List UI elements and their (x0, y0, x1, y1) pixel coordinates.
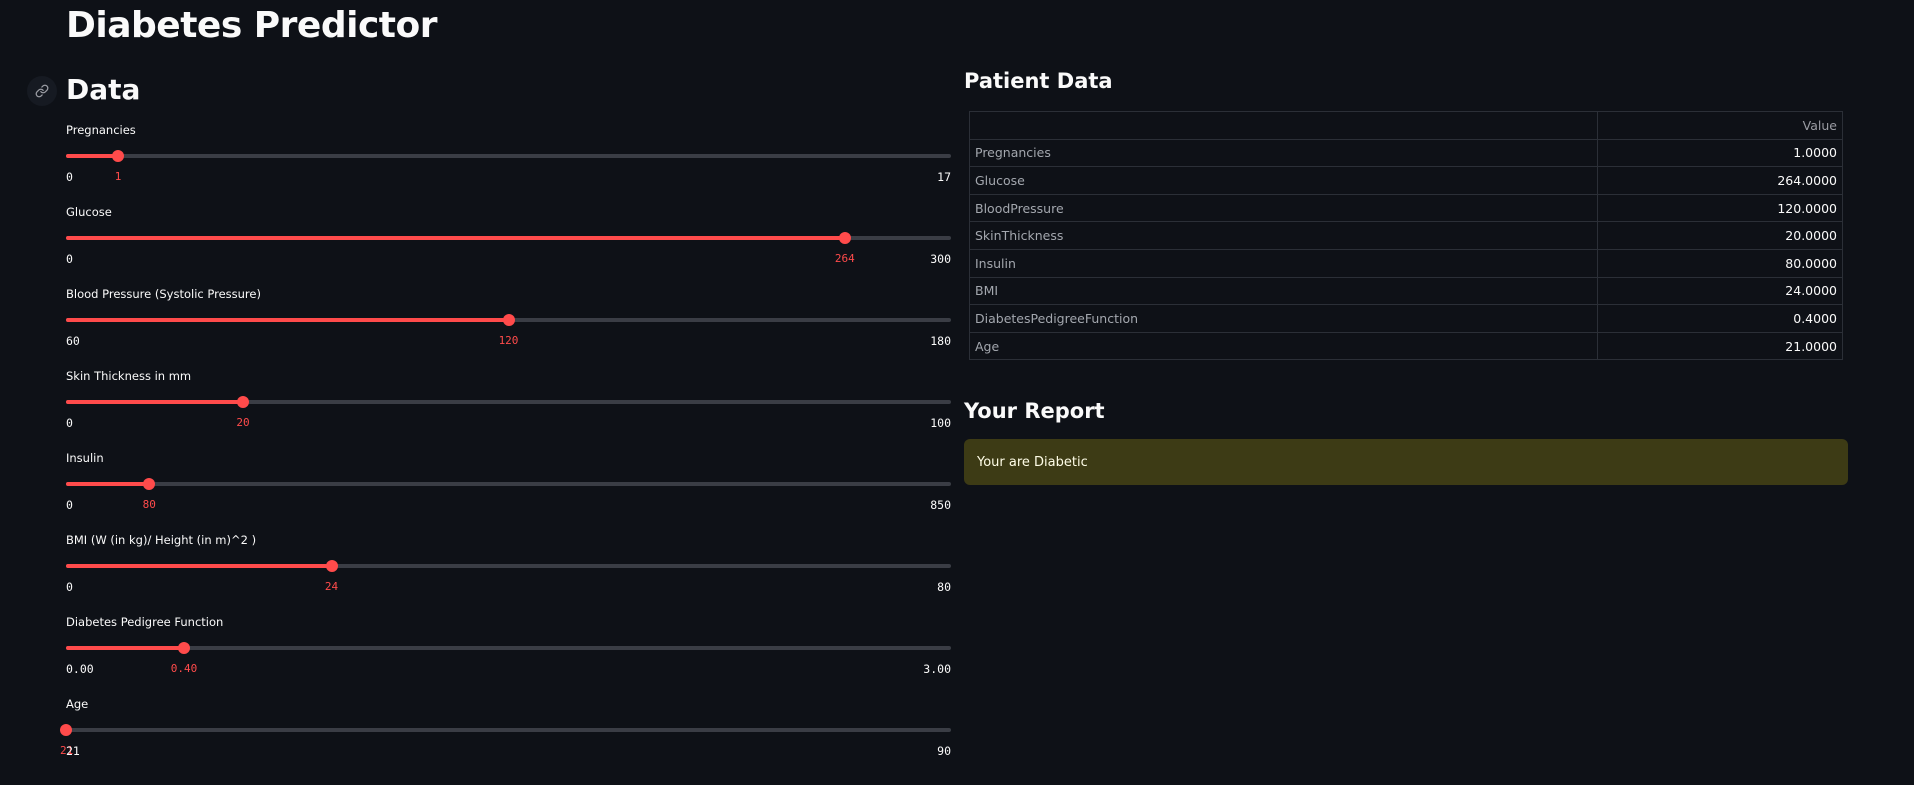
slider-max: 100 (930, 416, 951, 430)
slider-fill (66, 400, 243, 404)
data-heading: Data (66, 73, 141, 106)
slider-value: 0.40 (170, 662, 198, 675)
row-value: 20.0000 (1597, 221, 1843, 250)
slider-value: 120 (498, 334, 519, 347)
slider-fill (66, 646, 184, 650)
slider-value: 80 (142, 498, 156, 511)
slider-value: 24 (324, 580, 339, 593)
slider-track[interactable]: 264 (66, 232, 951, 265)
row-value: 264.0000 (1597, 166, 1843, 195)
slider-track[interactable]: 0.40 (66, 642, 951, 675)
slider-label: Blood Pressure (Systolic Pressure) (66, 287, 261, 301)
row-value: 1.0000 (1597, 138, 1843, 168)
slider-track[interactable]: 120 (66, 314, 951, 347)
page-title: Diabetes Predictor (66, 5, 438, 46)
table-row: DiabetesPedigreeFunction 0.4000 (969, 304, 1843, 333)
row-label: Age (969, 331, 1598, 361)
slider-thumb[interactable] (143, 478, 156, 490)
slider-max: 80 (937, 580, 951, 594)
row-label: SkinThickness (969, 221, 1598, 250)
table-value-header: Value (1597, 111, 1843, 140)
row-value: 120.0000 (1597, 193, 1843, 223)
slider-insulin: Insulin 80 0 850 (66, 451, 951, 525)
row-value: 0.4000 (1597, 304, 1843, 333)
table-row: BloodPressure 120.0000 (969, 193, 1843, 223)
slider-fill (66, 154, 119, 158)
slider-min: 21 (66, 744, 80, 758)
slider-track[interactable]: 24 (66, 560, 951, 593)
slider-fill (66, 318, 509, 322)
slider-fill (66, 482, 150, 486)
slider-label: Glucose (66, 205, 112, 219)
table-row: Pregnancies 1.0000 (969, 138, 1843, 168)
results-panel: Patient Data Value Pregnancies 1.0000 Gl… (964, 64, 1849, 485)
row-label: BloodPressure (969, 193, 1598, 223)
slider-thumb[interactable] (237, 396, 249, 408)
slider-label: Diabetes Pedigree Function (66, 615, 224, 629)
table-header-row: Value (969, 111, 1843, 140)
slider-thumb[interactable] (502, 314, 515, 326)
slider-max: 90 (937, 744, 951, 758)
slider-track[interactable]: 80 (66, 478, 951, 511)
slider-min: 0 (66, 252, 73, 266)
slider-label: Age (66, 697, 89, 711)
row-label: Glucose (969, 166, 1598, 195)
row-value: 24.0000 (1597, 276, 1843, 306)
data-panel: Data Pregnancies 1 0 17 Glucose 264 0 30… (60, 70, 951, 758)
table-index-header (969, 111, 1598, 140)
slider-skin-thickness: Skin Thickness in mm 20 0 100 (66, 369, 951, 443)
slider-max: 3.00 (923, 662, 951, 676)
slider-thumb[interactable] (112, 150, 125, 162)
row-value: 21.0000 (1597, 331, 1843, 361)
table-row: Age 21.0000 (969, 331, 1843, 361)
slider-min: 60 (66, 334, 80, 348)
slider-value: 20 (236, 416, 250, 429)
patient-data-heading: Patient Data (964, 69, 1113, 93)
slider-min: 0 (66, 580, 73, 594)
slider-max: 300 (930, 252, 951, 266)
slider-label: BMI (W (in kg)/ Height (in m)^2 ) (66, 533, 257, 547)
report-message: Your are Diabetic (977, 454, 1088, 470)
report-heading: Your Report (964, 399, 1105, 423)
slider-min: 0 (66, 498, 73, 512)
row-label: Pregnancies (969, 138, 1598, 168)
slider-label: Pregnancies (66, 123, 136, 137)
slider-track[interactable]: 21 (60, 724, 951, 757)
slider-label: Insulin (66, 451, 104, 465)
slider-blood-pressure: Blood Pressure (Systolic Pressure) 120 6… (66, 287, 951, 361)
slider-age: Age 21 21 90 (60, 697, 951, 771)
slider-pregnancies: Pregnancies 1 0 17 (66, 123, 951, 197)
slider-track[interactable]: 1 (66, 150, 951, 183)
slider-diabetes-pedigree: Diabetes Pedigree Function 0.40 0.00 3.0… (66, 615, 951, 689)
slider-min: 0 (66, 416, 73, 430)
slider-track[interactable]: 20 (66, 396, 951, 429)
table-row: Glucose 264.0000 (969, 166, 1843, 195)
slider-min: 0 (66, 170, 73, 184)
slider-thumb[interactable] (177, 642, 190, 654)
report-alert: Your are Diabetic (964, 439, 1848, 485)
slider-min: 0.00 (66, 662, 94, 676)
slider-max: 180 (930, 334, 951, 348)
row-value: 80.0000 (1597, 248, 1843, 278)
slider-thumb[interactable] (325, 560, 338, 572)
slider-max: 17 (937, 170, 951, 184)
slider-max: 850 (930, 498, 951, 512)
slider-fill (66, 236, 845, 240)
slider-thumb[interactable] (838, 232, 851, 244)
slider-fill (66, 564, 332, 568)
row-label: DiabetesPedigreeFunction (969, 304, 1598, 333)
row-label: BMI (969, 276, 1598, 306)
table-row: SkinThickness 20.0000 (969, 221, 1843, 250)
table-row: Insulin 80.0000 (969, 248, 1843, 278)
row-label: Insulin (969, 248, 1598, 278)
link-icon[interactable] (27, 76, 57, 106)
patient-data-table: Value Pregnancies 1.0000 Glucose 264.000… (969, 111, 1843, 361)
slider-thumb[interactable] (60, 724, 72, 736)
table-row: BMI 24.0000 (969, 276, 1843, 306)
slider-glucose: Glucose 264 0 300 (66, 205, 951, 279)
slider-label: Skin Thickness in mm (66, 369, 192, 383)
slider-value: 1 (114, 170, 122, 183)
slider-value: 264 (834, 252, 855, 265)
slider-bmi: BMI (W (in kg)/ Height (in m)^2 ) 24 0 8… (66, 533, 951, 607)
